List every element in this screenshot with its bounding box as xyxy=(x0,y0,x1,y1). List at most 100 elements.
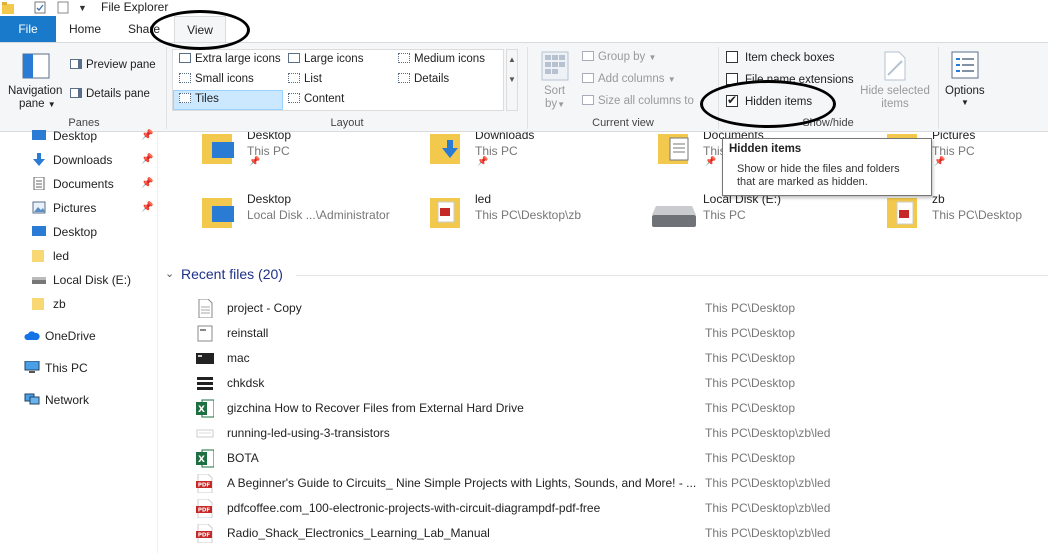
recent-file-row[interactable]: X gizchina How to Recover Files from Ext… xyxy=(190,396,1040,421)
quick-access-tile-downloads[interactable]: Downloads This PC 📌 xyxy=(388,132,613,178)
hide-selected-items-button-label[interactable]: items xyxy=(860,98,930,110)
scroll-up-icon[interactable]: ▲ xyxy=(507,50,517,70)
navigation-pane-icon[interactable] xyxy=(22,53,50,79)
documents-icon xyxy=(33,177,45,190)
desktop-icon xyxy=(32,130,46,140)
add-columns-button[interactable]: Add columns ▼ xyxy=(582,73,676,85)
folder-app-icon xyxy=(2,2,14,14)
annotation-circle-hidden-items xyxy=(700,80,836,128)
pdf-folder-icon xyxy=(430,198,460,228)
desktop-icon xyxy=(32,226,46,236)
quick-access-tile-desktop-admin[interactable]: Desktop Local Disk ...\Administrator xyxy=(160,190,390,242)
pictures-icon xyxy=(32,201,46,214)
scroll-down-icon[interactable]: ▼ xyxy=(507,70,517,90)
recent-file-row[interactable]: mac This PC\Desktop xyxy=(190,346,1040,371)
recent-file-row[interactable]: X BOTA This PC\Desktop xyxy=(190,446,1040,471)
layout-small-icons[interactable]: Small icons xyxy=(179,73,254,85)
recent-file-row[interactable]: running-led-using-3-transistors This PC\… xyxy=(190,421,1040,446)
item-check-boxes-checkbox[interactable] xyxy=(726,51,738,63)
layout-details[interactable]: Details xyxy=(398,73,449,85)
image-file-icon xyxy=(196,429,214,438)
svg-text:PDF: PDF xyxy=(198,483,211,489)
details-pane-button[interactable]: Details pane xyxy=(70,88,150,100)
quick-access-tile-led[interactable]: led This PC\Desktop\zb xyxy=(388,190,613,242)
text-file-icon xyxy=(198,299,213,318)
small-icons-icon xyxy=(179,73,191,83)
network-icon xyxy=(24,393,40,405)
preview-pane-button[interactable]: Preview pane xyxy=(70,59,156,71)
pin-icon: 📌 xyxy=(141,178,154,189)
group-by-icon xyxy=(582,51,594,61)
ribbon: Navigation pane ▼ Preview pane Details p… xyxy=(0,42,1048,132)
quick-access-tile-desktop[interactable]: Desktop This PC 📌 xyxy=(160,132,385,178)
pin-icon: 📌 xyxy=(477,156,489,166)
options-icon[interactable] xyxy=(951,51,979,79)
ribbon-divider xyxy=(527,47,528,129)
folder-icon xyxy=(32,298,44,310)
recent-file-row[interactable]: PDF Radio_Shack_Electronics_Learning_Lab… xyxy=(190,521,1040,546)
download-icon xyxy=(33,153,45,166)
quick-access-tile-zb[interactable]: zb This PC\Desktop xyxy=(845,190,1048,242)
tiles-icon xyxy=(179,93,191,103)
recent-file-row[interactable]: reinstall This PC\Desktop xyxy=(190,321,1040,346)
pin-icon: 📌 xyxy=(705,156,717,166)
options-button[interactable]: Options xyxy=(945,85,985,97)
recent-file-row[interactable]: chkdsk This PC\Desktop xyxy=(190,371,1040,396)
add-columns-icon xyxy=(582,73,594,83)
recent-files-header[interactable]: ⌄ Recent files (20) xyxy=(160,264,1048,286)
sort-by-button[interactable]: Sort xyxy=(544,85,565,97)
layout-extra-large-icons[interactable]: Extra large icons xyxy=(179,53,281,65)
details-pane-icon xyxy=(70,88,82,98)
recent-file-row[interactable]: PDF A Beginner's Guide to Circuits_ Nine… xyxy=(190,471,1040,496)
group-label-layout: Layout xyxy=(330,117,364,129)
cloud-icon xyxy=(24,331,40,340)
layout-medium-icons[interactable]: Medium icons xyxy=(398,53,485,65)
group-by-button[interactable]: Group by ▼ xyxy=(582,51,656,63)
pdf-file-icon: PDF xyxy=(196,499,213,518)
layout-list[interactable]: List xyxy=(288,73,322,85)
navigation-pane-button[interactable]: Navigation xyxy=(8,85,62,97)
excel-file-icon: X xyxy=(196,449,214,468)
hide-selected-items-icon[interactable] xyxy=(882,51,908,81)
recent-file-row[interactable]: PDF pdfcoffee.com_100-electronic-project… xyxy=(190,496,1040,521)
folder-icon xyxy=(32,250,44,262)
svg-text:PDF: PDF xyxy=(198,508,211,514)
pin-icon: 📌 xyxy=(141,154,154,165)
hide-selected-items-button[interactable]: Hide selected xyxy=(860,85,930,97)
pin-icon: 📌 xyxy=(141,130,154,141)
new-folder-icon[interactable] xyxy=(57,1,69,14)
tab-home[interactable]: Home xyxy=(60,16,110,42)
quick-access-customize-icon[interactable]: ▼ xyxy=(78,3,87,13)
config-file-icon xyxy=(197,377,213,390)
large-icons-icon xyxy=(288,53,300,63)
svg-text:X: X xyxy=(198,405,205,415)
properties-icon[interactable] xyxy=(34,1,46,14)
chevron-down-icon[interactable]: ⌄ xyxy=(165,267,174,280)
layout-large-icons[interactable]: Large icons xyxy=(288,53,363,65)
recent-file-row[interactable]: project - Copy This PC\Desktop xyxy=(190,296,1040,321)
sort-by-icon[interactable] xyxy=(541,51,569,81)
medium-icons-icon xyxy=(398,53,410,63)
hidden-items-tooltip: Hidden items Show or hide the files and … xyxy=(722,138,932,196)
pc-icon xyxy=(24,361,40,373)
tab-file[interactable]: File xyxy=(0,16,56,42)
content-icon xyxy=(288,93,300,103)
list-icon xyxy=(288,73,300,83)
layout-tiles[interactable]: Tiles xyxy=(179,93,219,105)
layout-content[interactable]: Content xyxy=(288,93,344,105)
quick-access-tile-local-disk[interactable]: Local Disk (E:) This PC xyxy=(616,190,841,242)
terminal-file-icon xyxy=(196,353,214,364)
details-icon xyxy=(398,73,410,83)
size-columns-button[interactable]: Size all columns to fit xyxy=(582,95,694,107)
pdf-file-icon: PDF xyxy=(196,474,213,493)
navigation-pane-button-label[interactable]: pane ▼ xyxy=(19,98,56,110)
batch-file-icon xyxy=(197,325,213,342)
section-divider xyxy=(296,275,1048,276)
documents-folder-icon xyxy=(658,134,689,164)
item-check-boxes-option[interactable]: Item check boxes xyxy=(726,51,834,64)
pdf-folder-icon xyxy=(887,198,917,228)
sort-by-button-label[interactable]: by▼ xyxy=(545,98,565,110)
excel-file-icon: X xyxy=(196,399,214,418)
layout-gallery-scroll[interactable]: ▲ ▼ xyxy=(506,49,518,111)
options-dropdown-icon[interactable]: ▼ xyxy=(961,98,969,107)
